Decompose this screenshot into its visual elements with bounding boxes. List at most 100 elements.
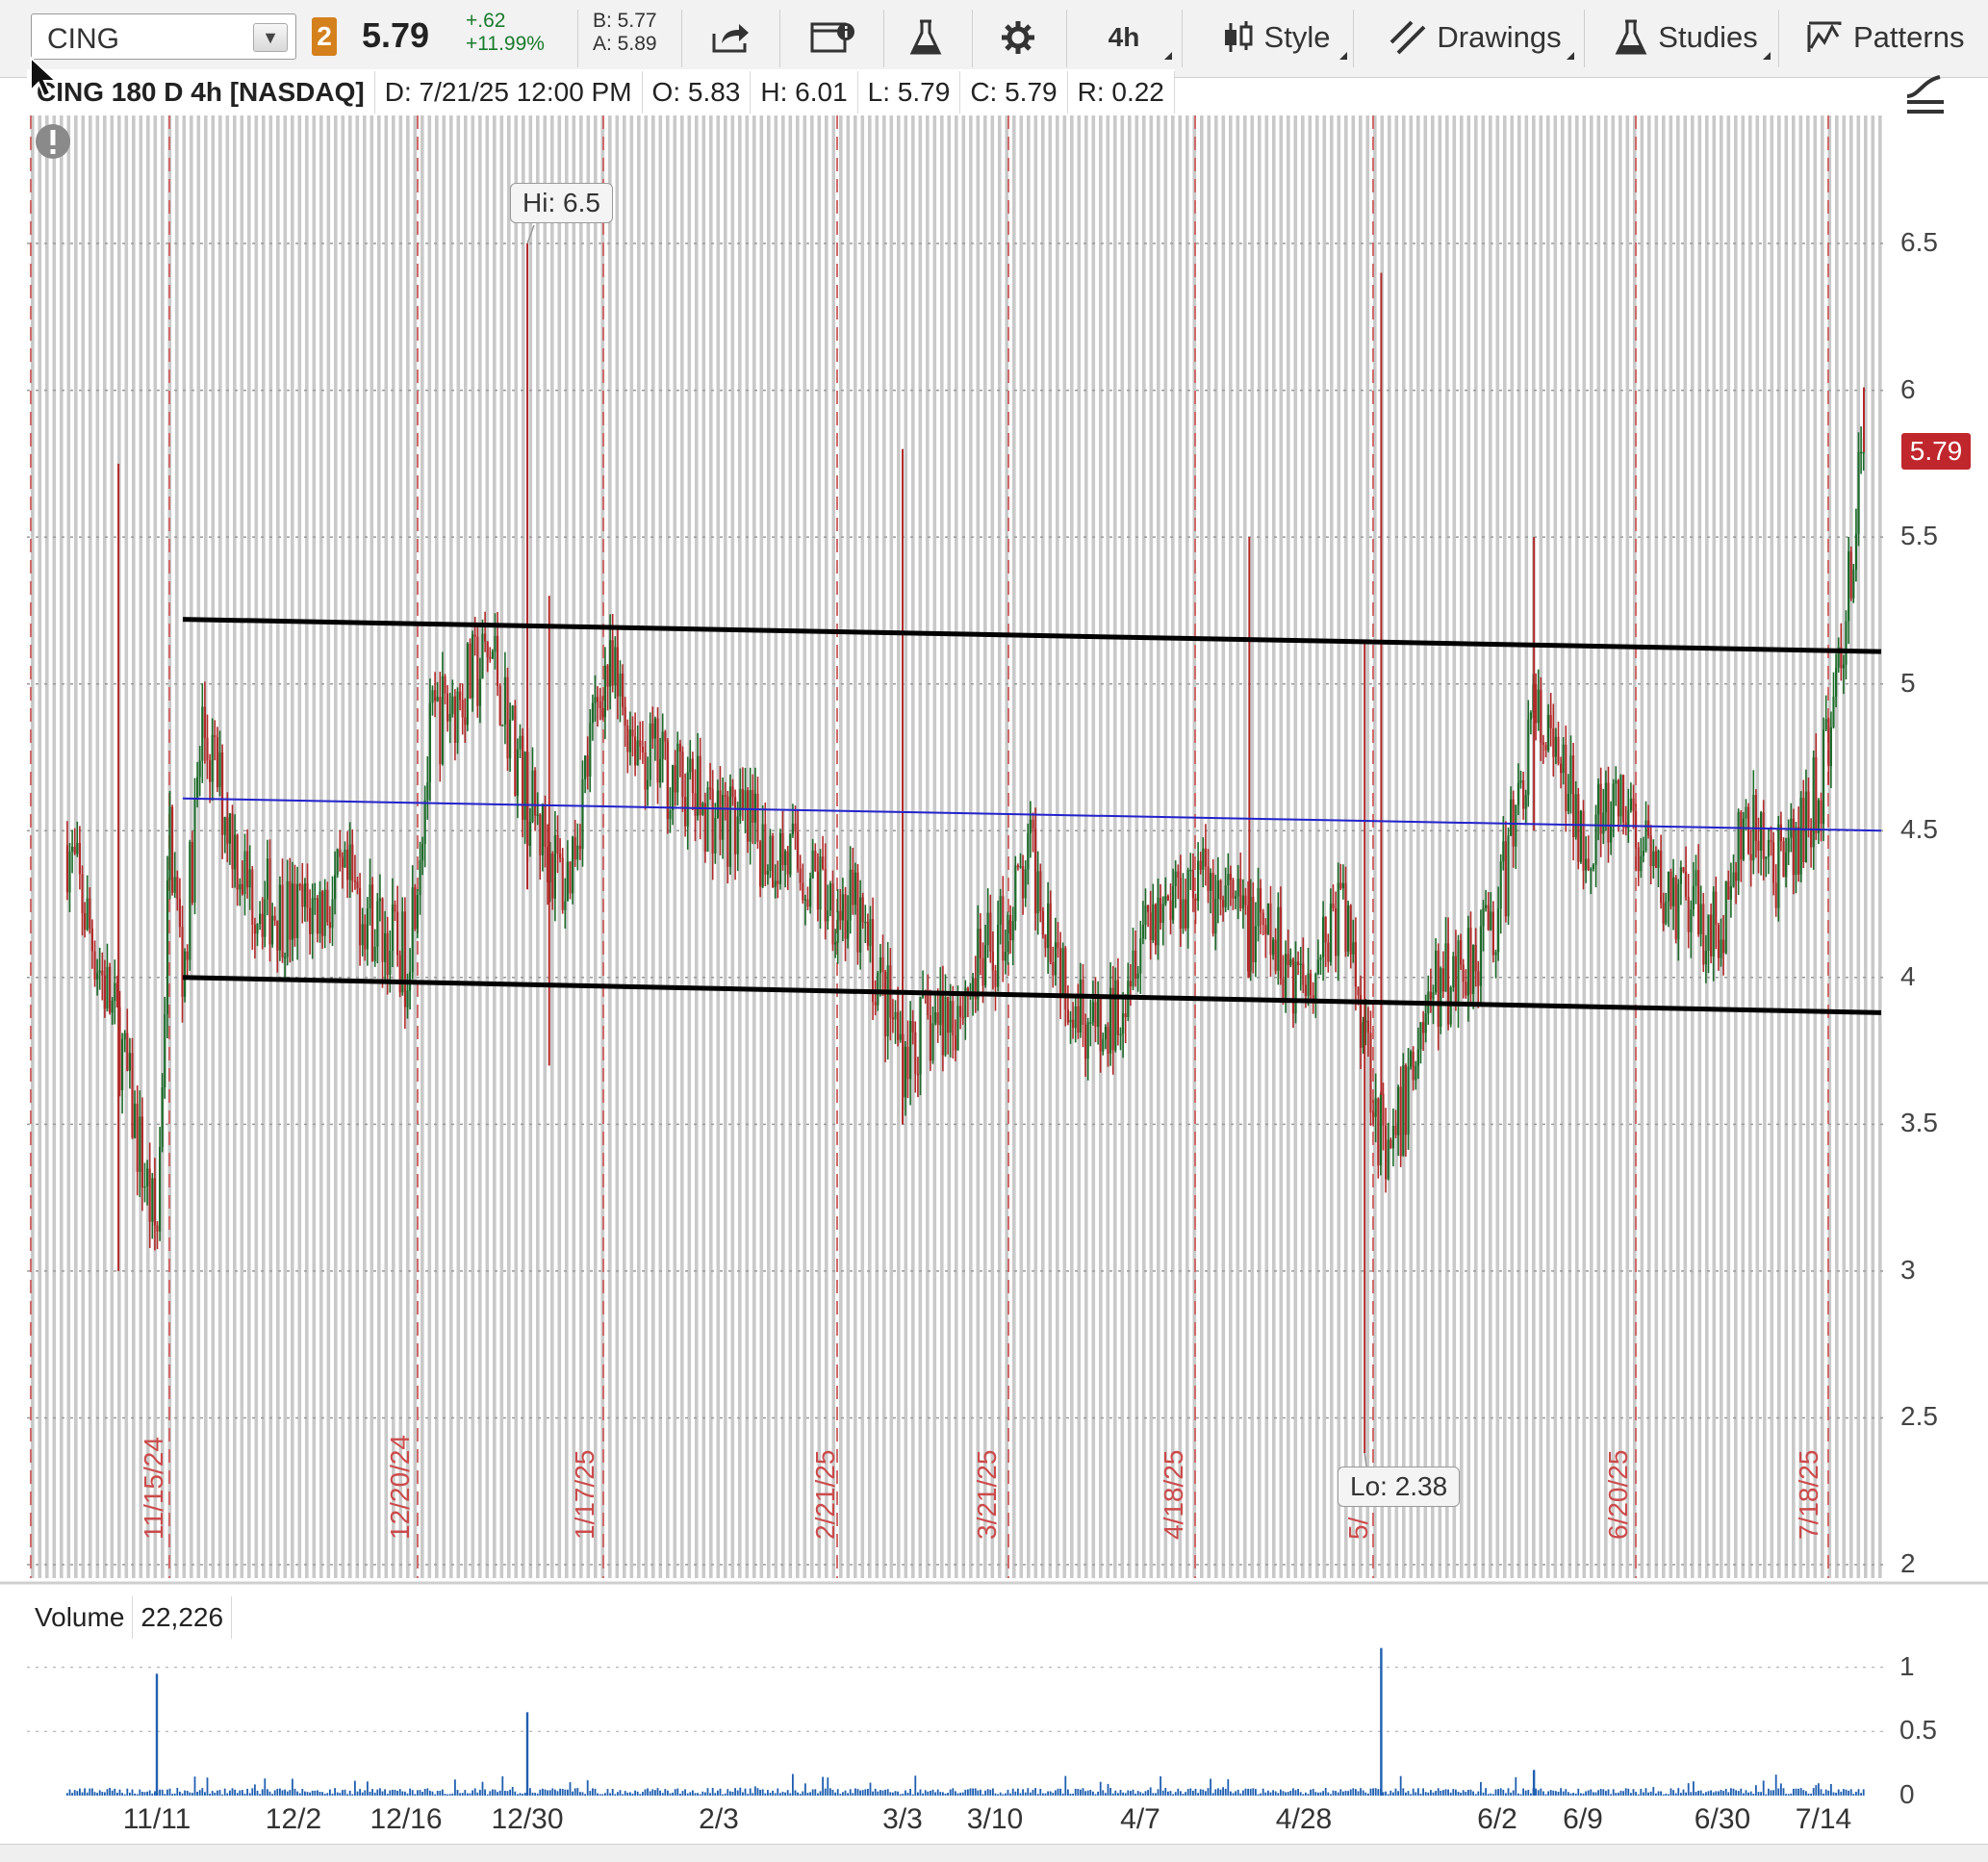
candle-body xyxy=(528,822,531,846)
candle-body xyxy=(1682,867,1685,872)
candle-body xyxy=(1619,775,1622,817)
session-stripe xyxy=(392,115,395,1578)
candle-body xyxy=(594,697,597,703)
candle-body xyxy=(356,881,359,888)
rotated-date-label: 3/21/25 xyxy=(972,1449,1002,1540)
candle-body xyxy=(384,932,387,962)
candle-body xyxy=(1695,870,1697,886)
candle-body xyxy=(453,696,456,743)
candle-body xyxy=(178,898,181,928)
candle-body xyxy=(959,1006,962,1017)
candle-body xyxy=(531,770,534,822)
session-stripe xyxy=(1856,115,1861,1578)
session-stripe xyxy=(1590,115,1593,1578)
session-stripe xyxy=(716,115,721,1578)
candle-body xyxy=(1416,1049,1419,1066)
candle-body xyxy=(1552,728,1555,757)
price-tick-label: 6 xyxy=(1900,373,1916,404)
candle-body xyxy=(599,701,601,708)
session-stripe xyxy=(507,115,511,1578)
session-stripe xyxy=(961,115,966,1578)
candle-body xyxy=(1216,880,1219,900)
session-stripe xyxy=(990,115,995,1578)
candle-body xyxy=(1522,779,1525,809)
candle-body xyxy=(1147,905,1150,912)
session-stripe xyxy=(95,115,100,1578)
session-stripe xyxy=(254,115,259,1578)
alert-icon[interactable] xyxy=(35,123,71,160)
candle-body xyxy=(1319,957,1322,960)
candle-body xyxy=(929,1015,931,1061)
candle-body xyxy=(1635,810,1638,848)
session-stripe xyxy=(427,115,432,1578)
candle-body xyxy=(711,789,714,854)
chart-style-toggle-button[interactable] xyxy=(1901,67,1951,117)
candle-body xyxy=(148,1168,151,1222)
price-tick-label: 3 xyxy=(1900,1254,1916,1285)
candle-body xyxy=(1077,1006,1080,1033)
candle-body xyxy=(439,697,442,765)
candle-body xyxy=(1086,1022,1089,1059)
chart-canvas[interactable] xyxy=(0,0,1988,1861)
bottom-scrollbar[interactable] xyxy=(0,1844,1988,1862)
candle-body xyxy=(1712,891,1715,957)
candle-body xyxy=(747,790,750,842)
candle-body xyxy=(1407,1066,1410,1135)
candle-body xyxy=(1122,1013,1125,1034)
session-stripe xyxy=(464,115,468,1578)
session-stripe xyxy=(363,115,367,1578)
candle-body xyxy=(1562,744,1565,774)
low-tooltip: Lo: 2.38 xyxy=(1338,1467,1461,1507)
candle-body xyxy=(1422,1022,1425,1033)
candle-body xyxy=(866,921,869,947)
candle-body xyxy=(1491,911,1494,956)
candle-body xyxy=(691,758,694,794)
candle-body xyxy=(1845,621,1848,665)
rotated-date-label: 5/ xyxy=(1343,1517,1373,1540)
candle-body xyxy=(1189,869,1192,872)
candle-body xyxy=(1194,898,1197,902)
candle-body xyxy=(847,920,850,939)
candle-body xyxy=(426,781,429,801)
candle-body xyxy=(1322,916,1325,957)
candle-body xyxy=(431,690,434,703)
candle-body xyxy=(941,990,944,1056)
candle-body xyxy=(1567,794,1569,812)
session-stripe xyxy=(673,115,677,1578)
candle-body xyxy=(476,636,479,706)
price-tick-label: 5 xyxy=(1900,667,1916,698)
candle-body xyxy=(444,676,446,694)
session-stripe xyxy=(1481,115,1486,1578)
candle-body xyxy=(799,868,802,883)
candle-body xyxy=(1379,1093,1382,1166)
candle-body xyxy=(394,905,396,912)
candle-body xyxy=(473,634,476,637)
candle-body xyxy=(1182,899,1185,929)
candle-body xyxy=(559,854,562,858)
session-stripe xyxy=(1431,115,1435,1578)
candle-body xyxy=(316,898,319,934)
candle-body xyxy=(1329,903,1332,962)
candle-body xyxy=(1822,729,1825,824)
candle-body xyxy=(1239,879,1242,909)
candle-body xyxy=(1587,858,1590,870)
candle-body xyxy=(398,955,401,993)
candle-body xyxy=(1617,779,1619,817)
session-stripe xyxy=(1142,115,1146,1578)
candle-body xyxy=(1516,782,1519,805)
candle-body xyxy=(877,973,879,1006)
session-stripe xyxy=(283,115,288,1578)
volume-panel xyxy=(27,1642,1894,1796)
candle-body xyxy=(271,915,274,945)
candle-body xyxy=(1369,1033,1372,1113)
candle-body xyxy=(749,790,752,842)
candle-body xyxy=(1457,940,1460,1004)
session-stripe xyxy=(1452,115,1457,1578)
candle-body xyxy=(276,920,279,951)
session-stripe xyxy=(341,115,345,1578)
candle-body xyxy=(719,790,722,840)
candle-body xyxy=(789,834,792,875)
candle-body xyxy=(1497,908,1500,953)
candle-body xyxy=(239,883,242,890)
candle-body xyxy=(839,910,842,921)
